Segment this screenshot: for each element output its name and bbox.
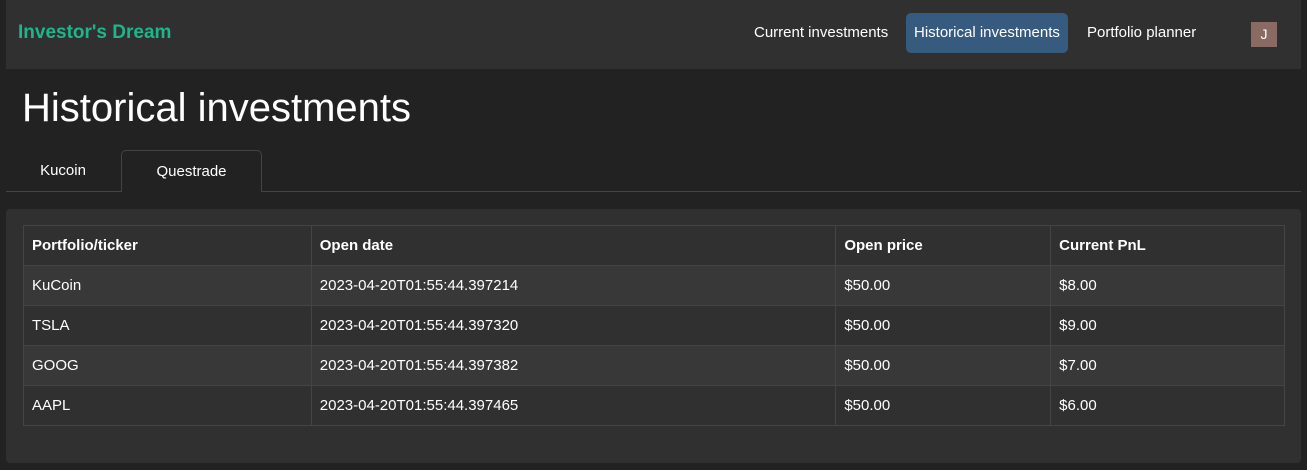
user-avatar[interactable]: J xyxy=(1251,22,1277,47)
header-portfolio-ticker: Portfolio/ticker xyxy=(23,225,312,266)
cell-ticker: KuCoin xyxy=(23,265,312,306)
table-header-row: Portfolio/ticker Open date Open price Cu… xyxy=(23,225,1285,266)
table-row: AAPL 2023-04-20T01:55:44.397465 $50.00 $… xyxy=(23,385,1285,426)
cell-current-pnl: $9.00 xyxy=(1050,305,1285,346)
cell-open-date: 2023-04-20T01:55:44.397465 xyxy=(310,385,837,426)
cell-open-price: $50.00 xyxy=(835,305,1052,346)
cell-open-date: 2023-04-20T01:55:44.397214 xyxy=(310,265,837,306)
cell-open-price: $50.00 xyxy=(835,345,1052,386)
nav-current-investments[interactable]: Current investments xyxy=(746,13,896,53)
page-title: Historical investments xyxy=(22,86,412,130)
cell-current-pnl: $8.00 xyxy=(1050,265,1285,306)
cell-ticker: AAPL xyxy=(23,385,312,426)
cell-ticker: GOOG xyxy=(23,345,312,386)
cell-open-date: 2023-04-20T01:55:44.397320 xyxy=(310,305,837,346)
header-current-pnl: Current PnL xyxy=(1050,225,1285,266)
table-row: TSLA 2023-04-20T01:55:44.397320 $50.00 $… xyxy=(23,305,1285,346)
investments-card: Portfolio/ticker Open date Open price Cu… xyxy=(6,209,1301,463)
header-open-price: Open price xyxy=(835,225,1052,266)
nav-historical-investments[interactable]: Historical investments xyxy=(906,13,1068,53)
tab-questrade[interactable]: Questrade xyxy=(121,150,262,192)
table-row: KuCoin 2023-04-20T01:55:44.397214 $50.00… xyxy=(23,265,1285,306)
cell-open-price: $50.00 xyxy=(835,385,1052,426)
top-navbar: Investor's Dream Current investments His… xyxy=(6,0,1301,69)
table-row: GOOG 2023-04-20T01:55:44.397382 $50.00 $… xyxy=(23,345,1285,386)
cell-open-date: 2023-04-20T01:55:44.397382 xyxy=(310,345,837,386)
brand-logo[interactable]: Investor's Dream xyxy=(18,22,171,44)
investments-table: Portfolio/ticker Open date Open price Cu… xyxy=(23,225,1285,426)
cell-open-price: $50.00 xyxy=(835,265,1052,306)
cell-ticker: TSLA xyxy=(23,305,312,346)
exchange-tabs: Kucoin Questrade xyxy=(6,150,1301,192)
header-open-date: Open date xyxy=(310,225,837,266)
nav-portfolio-planner[interactable]: Portfolio planner xyxy=(1079,13,1204,53)
cell-current-pnl: $6.00 xyxy=(1050,385,1285,426)
tab-kucoin[interactable]: Kucoin xyxy=(6,150,120,191)
cell-current-pnl: $7.00 xyxy=(1050,345,1285,386)
